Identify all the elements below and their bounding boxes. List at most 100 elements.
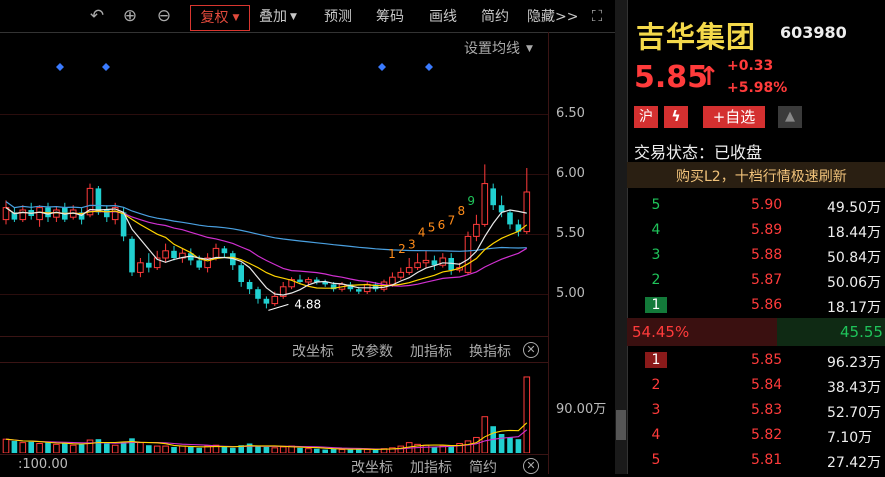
bell-icon[interactable]: ▲: [778, 106, 802, 128]
overlay-dropdown[interactable]: 叠加 ▼: [259, 5, 297, 29]
candle-body: [414, 262, 421, 269]
candle-body: [95, 188, 102, 213]
change-axis-button[interactable]: 改坐标: [292, 341, 334, 361]
hide-button[interactable]: 隐藏>>: [527, 5, 578, 29]
volume-bar: [19, 442, 27, 453]
buy-price: 5.85: [751, 352, 783, 368]
close-icon[interactable]: ✕: [523, 458, 539, 474]
sequence-count-label: 7: [448, 213, 456, 227]
sequence-count-label: 4: [418, 225, 426, 239]
sell-price: 5.86: [751, 297, 783, 313]
volume-bar: [196, 447, 202, 453]
sell-price: 5.89: [751, 222, 783, 238]
sequence-count-label: 1: [388, 247, 396, 261]
vertical-scrollbar[interactable]: [615, 0, 627, 474]
volume-bar: [314, 448, 320, 453]
candle-body: [53, 209, 60, 218]
sell-level: 2: [651, 272, 661, 288]
volume-bar: [363, 449, 371, 453]
sequence-count-label: 2: [398, 242, 406, 256]
sell-level: 3: [651, 247, 661, 263]
sell-row[interactable]: 5 5.90 49.50万: [627, 197, 885, 217]
switch-indicator-button[interactable]: 换指标: [469, 341, 511, 361]
buy-price: 5.84: [751, 377, 783, 393]
undo-icon[interactable]: ↶: [87, 6, 107, 26]
fullscreen-icon[interactable]: ⛶: [587, 6, 607, 26]
buy-level: 1: [645, 352, 667, 368]
volume-bar: [422, 444, 430, 453]
volume-bar: [347, 449, 354, 453]
forecast-button[interactable]: 预测: [324, 5, 352, 29]
low-pointer-line: [268, 303, 289, 311]
volume-bar: [322, 449, 328, 453]
candle-body: [297, 279, 303, 282]
volume-bar: [137, 442, 144, 453]
shanghai-tag[interactable]: 沪: [634, 106, 658, 128]
add-indicator-button-2[interactable]: 加指标: [410, 457, 452, 477]
sell-volume: 18.17万: [827, 300, 882, 316]
volume-chart[interactable]: [0, 363, 548, 453]
buy-row[interactable]: 1 5.85 96.23万: [627, 352, 885, 372]
y-tick-label: 5.50: [556, 226, 585, 241]
buy-ratio-pct: 54.45%: [632, 323, 690, 341]
volume-bar: [271, 447, 279, 453]
buy-volume: 7.10万: [827, 430, 873, 446]
buy-row[interactable]: 2 5.84 38.43万: [627, 377, 885, 397]
l2-promo-text[interactable]: 购买L2，十档行情极速刷新: [676, 166, 847, 186]
zoom-in-icon[interactable]: ⊕: [120, 6, 140, 26]
sell-row[interactable]: 4 5.89 18.44万: [627, 222, 885, 242]
buy-row[interactable]: 5 5.81 27.42万: [627, 452, 885, 472]
add-watchlist-button[interactable]: +自选: [703, 106, 765, 128]
lightning-icon[interactable]: ϟ: [664, 106, 688, 128]
candle-body: [212, 247, 220, 259]
volume-bar: [481, 416, 489, 453]
candle-body: [129, 238, 135, 273]
change-axis-button-2[interactable]: 改坐标: [351, 457, 393, 477]
draw-line-button[interactable]: 画线: [429, 5, 457, 29]
up-arrow-icon: ↑: [698, 62, 720, 92]
chevron-down-icon: ▼: [232, 13, 240, 23]
volume-bar: [171, 446, 177, 453]
event-marker-icon: [56, 63, 64, 71]
candle-body: [196, 260, 202, 268]
candle-body: [481, 183, 489, 225]
sell-volume: 50.84万: [827, 250, 882, 266]
buy-row[interactable]: 3 5.83 52.70万: [627, 402, 885, 422]
current-price: 5.85: [634, 60, 709, 95]
candle-body: [171, 250, 177, 258]
simple-button-2[interactable]: 简约: [469, 457, 497, 477]
sell-row[interactable]: 2 5.87 50.06万: [627, 272, 885, 292]
candle-body: [305, 279, 312, 283]
chips-button[interactable]: 筹码: [376, 5, 404, 29]
candlestick-chart[interactable]: 4.88 1 2 34 5 6 789: [0, 55, 548, 335]
scrollbar-thumb[interactable]: [616, 410, 626, 440]
candle-body: [246, 282, 253, 290]
close-icon[interactable]: ✕: [523, 342, 539, 358]
candle-body: [137, 262, 144, 273]
sell-row[interactable]: 1 5.86 18.17万: [627, 297, 885, 317]
candle-body: [271, 295, 279, 305]
volume-bar: [372, 449, 379, 453]
add-indicator-button[interactable]: 加指标: [410, 341, 452, 361]
sequence-count-label: 5: [428, 221, 436, 235]
simple-mode-button[interactable]: 简约: [481, 5, 509, 29]
sell-volume: 18.44万: [827, 225, 882, 241]
price-change-pct: +5.98%: [727, 80, 788, 96]
buy-row[interactable]: 4 5.82 7.10万: [627, 427, 885, 447]
fuquan-dropdown[interactable]: 复权 ▼: [190, 5, 250, 31]
chevron-down-icon: ▼: [526, 44, 533, 54]
bottom-axis-label: :100.00: [18, 457, 68, 472]
sell-price: 5.87: [751, 272, 783, 288]
kline-chart-panel[interactable]: ↶ ⊕ ⊖ 复权 ▼ 叠加 ▼ 预测 筹码 画线 简约 隐藏>> ⛶ 设置均线 ▼ 6…: [0, 0, 615, 477]
volume-bar: [2, 438, 10, 453]
sell-volume: 49.50万: [827, 200, 882, 216]
zoom-out-icon[interactable]: ⊖: [154, 6, 174, 26]
buy-volume: 38.43万: [827, 380, 882, 396]
sequence-count-label: 8: [457, 204, 465, 218]
price-change: +0.33: [727, 58, 774, 74]
volume-bar: [523, 376, 531, 453]
sequence-count-label: 9: [467, 194, 475, 208]
low-price-label: 4.88: [294, 297, 321, 311]
sell-row[interactable]: 3 5.88 50.84万: [627, 247, 885, 267]
change-params-button[interactable]: 改参数: [351, 341, 393, 361]
